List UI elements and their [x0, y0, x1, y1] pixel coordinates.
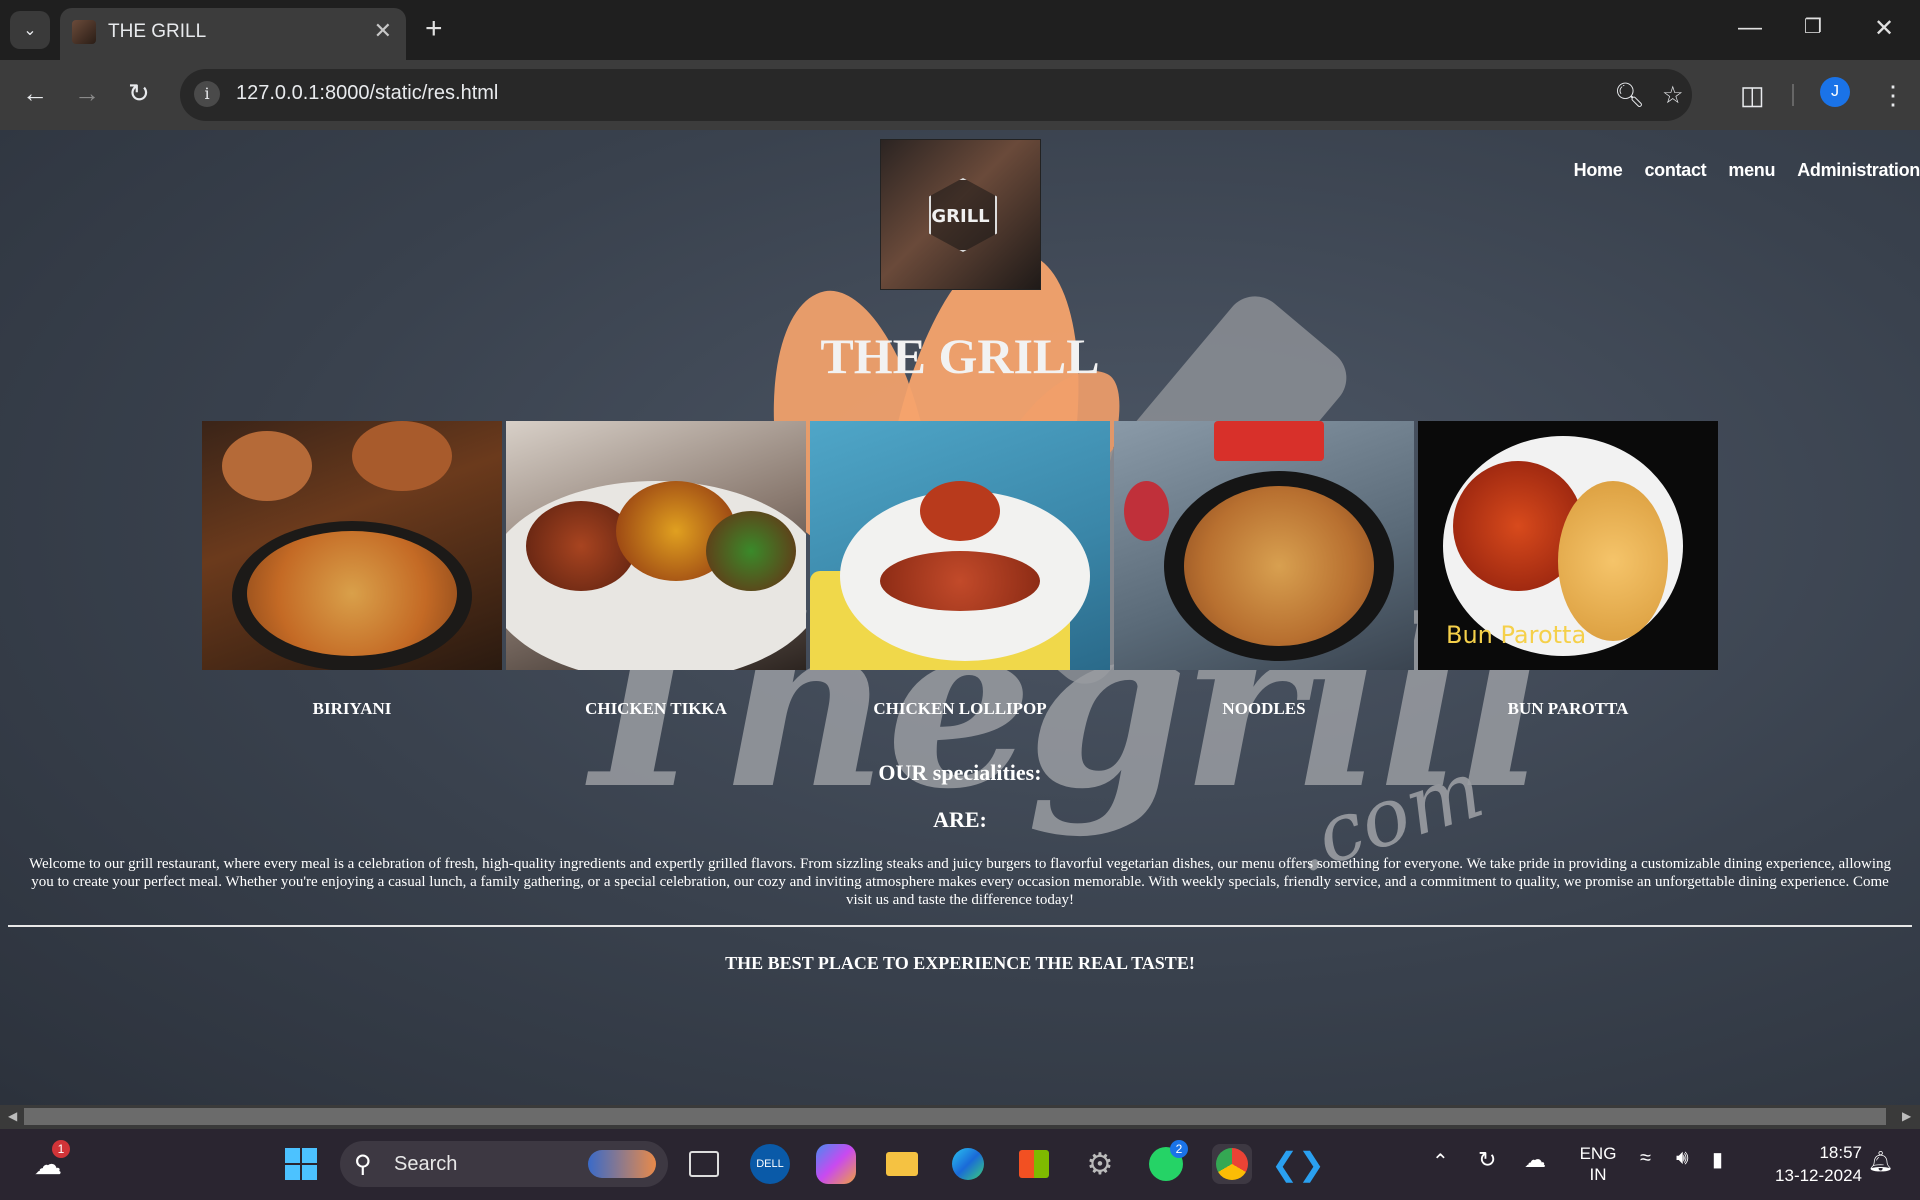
site-info-icon[interactable]: i [194, 81, 220, 107]
language-indicator[interactable]: ENG IN [1578, 1143, 1618, 1185]
language-code: ENG [1579, 1144, 1617, 1163]
scroll-left-icon[interactable]: ◀ [8, 1109, 17, 1123]
chevron-up-icon[interactable]: ⌃ [1432, 1149, 1449, 1174]
windows-taskbar: ☁ 1 ⚲ Search DELL ⚙ 2 ❮❯ ⌃ ↻ ☁ ENG IN ≈ … [0, 1129, 1920, 1200]
windows-start-icon[interactable] [281, 1144, 321, 1184]
vscode-icon[interactable]: ❮❯ [1271, 1144, 1325, 1184]
battery-icon[interactable]: ▮ [1712, 1147, 1723, 1172]
noodles-image [1114, 421, 1414, 670]
browser-tab[interactable]: THE GRILL ✕ [60, 8, 406, 60]
bookmark-star-icon[interactable]: ☆ [1662, 81, 1684, 110]
browser-tab-strip: ⌄ THE GRILL ✕ + — ❐ ✕ [0, 0, 1920, 60]
horizontal-rule [8, 925, 1912, 927]
dish-name: BUN PAROTTA [1507, 699, 1629, 718]
tagline: THE BEST PLACE TO EXPERIENCE THE REAL TA… [725, 953, 1195, 973]
welcome-paragraph: Welcome to our grill restaurant, where e… [28, 856, 1891, 908]
settings-gear-icon[interactable]: ⚙ [1080, 1144, 1120, 1184]
biriyani-image [202, 421, 502, 670]
nav-link-menu[interactable]: menu [1728, 160, 1775, 181]
dish-card: NOODLES [1114, 421, 1414, 719]
dish-name: BIRIYANI [312, 699, 392, 718]
specialities-heading: OUR specialities: [878, 760, 1042, 785]
dish-name: NOODLES [1222, 699, 1306, 718]
clock-date: 13-12-2024 [1775, 1166, 1862, 1185]
toolbar-divider [1792, 84, 1794, 106]
horizontal-scrollbar[interactable]: ◀ ▶ [0, 1105, 1920, 1129]
more-menu-icon[interactable]: ⋮ [1880, 80, 1906, 111]
whatsapp-icon[interactable]: 2 [1146, 1140, 1188, 1184]
dell-icon[interactable]: DELL [750, 1144, 790, 1184]
favicon-icon [72, 20, 96, 44]
chicken-lollipop-image [810, 421, 1110, 670]
taskbar-search[interactable]: ⚲ Search [340, 1141, 668, 1187]
dish-card: CHICKEN TIKKA [506, 421, 806, 719]
forward-icon[interactable]: → [74, 80, 100, 106]
notification-bell-icon[interactable]: 🔔︎ [1868, 1149, 1893, 1174]
bun-parotta-image: Bun Parotta [1418, 421, 1718, 670]
page-title: THE GRILL [820, 328, 1100, 384]
address-bar[interactable]: i 127.0.0.1:8000/static/res.html 🔍︎ ☆ [180, 69, 1692, 121]
file-explorer-icon[interactable] [882, 1144, 922, 1184]
url-text[interactable]: 127.0.0.1:8000/static/res.html [236, 82, 498, 105]
dish-name: CHICKEN TIKKA [585, 699, 727, 718]
avatar[interactable]: J [1820, 77, 1850, 107]
task-view-icon[interactable] [684, 1144, 724, 1184]
reload-icon[interactable]: ↻ [128, 80, 150, 106]
region-code: IN [1589, 1165, 1607, 1184]
extensions-icon[interactable]: ◫ [1740, 80, 1765, 111]
nav-link-administration[interactable]: Administration [1797, 160, 1920, 181]
back-icon[interactable]: ← [22, 80, 48, 106]
edge-icon[interactable] [948, 1144, 988, 1184]
sync-icon[interactable]: ↻ [1478, 1147, 1496, 1173]
chevron-down-icon: ⌄ [23, 22, 37, 39]
site-nav: Home contact menu Administration [1574, 160, 1920, 181]
search-icon: ⚲ [354, 1151, 372, 1178]
site-logo: GRILL [880, 139, 1041, 290]
logo-text: GRILL [931, 206, 990, 227]
search-placeholder: Search [394, 1153, 458, 1175]
page-viewport: Thegrill .com GRILL Home contact menu Ad… [0, 130, 1920, 1105]
store-icon[interactable] [1014, 1144, 1054, 1184]
scrollbar-thumb[interactable] [24, 1108, 1886, 1125]
bun-parotta-caption: Bun Parotta [1446, 621, 1587, 649]
dish-name: CHICKEN LOLLIPOP [873, 699, 1047, 718]
notification-badge: 2 [1170, 1140, 1188, 1158]
restore-icon[interactable]: ❐ [1804, 14, 1822, 39]
clock[interactable]: 18:57 13-12-2024 [1752, 1141, 1862, 1187]
minimize-icon[interactable]: — [1738, 14, 1762, 42]
search-highlight-icon [588, 1150, 656, 1178]
specialities-subheading: ARE: [933, 807, 987, 832]
chrome-icon[interactable] [1212, 1144, 1252, 1184]
notification-badge: 1 [52, 1140, 70, 1158]
volume-icon[interactable]: 🔊︎ [1676, 1147, 1689, 1170]
nav-link-home[interactable]: Home [1574, 160, 1623, 181]
new-tab-button[interactable]: + [425, 14, 443, 44]
browser-toolbar: ← → ↻ i 127.0.0.1:8000/static/res.html 🔍… [0, 60, 1920, 130]
zoom-icon[interactable]: 🔍︎ [1614, 81, 1644, 110]
clock-time: 18:57 [1819, 1143, 1862, 1162]
wifi-icon[interactable]: ≈ [1640, 1147, 1651, 1170]
nav-link-contact[interactable]: contact [1644, 160, 1706, 181]
chicken-tikka-image [506, 421, 806, 670]
copilot-icon[interactable] [816, 1144, 856, 1184]
dish-card: CHICKEN LOLLIPOP [810, 421, 1110, 719]
onedrive-icon[interactable]: ☁ [1524, 1147, 1546, 1173]
weather-icon[interactable]: ☁ 1 [28, 1140, 70, 1184]
scroll-right-icon[interactable]: ▶ [1902, 1109, 1911, 1123]
window-close-icon[interactable]: ✕ [1874, 14, 1894, 43]
tab-search-button[interactable]: ⌄ [10, 11, 50, 49]
dish-card: Bun Parotta BUN PAROTTA [1418, 421, 1718, 719]
dish-gallery: BIRIYANI CHICKEN TIKKA CHICKEN LOLLIPOP [202, 421, 1718, 719]
close-icon[interactable]: ✕ [374, 20, 392, 42]
dish-card: BIRIYANI [202, 421, 502, 719]
tab-title: THE GRILL [108, 21, 207, 42]
